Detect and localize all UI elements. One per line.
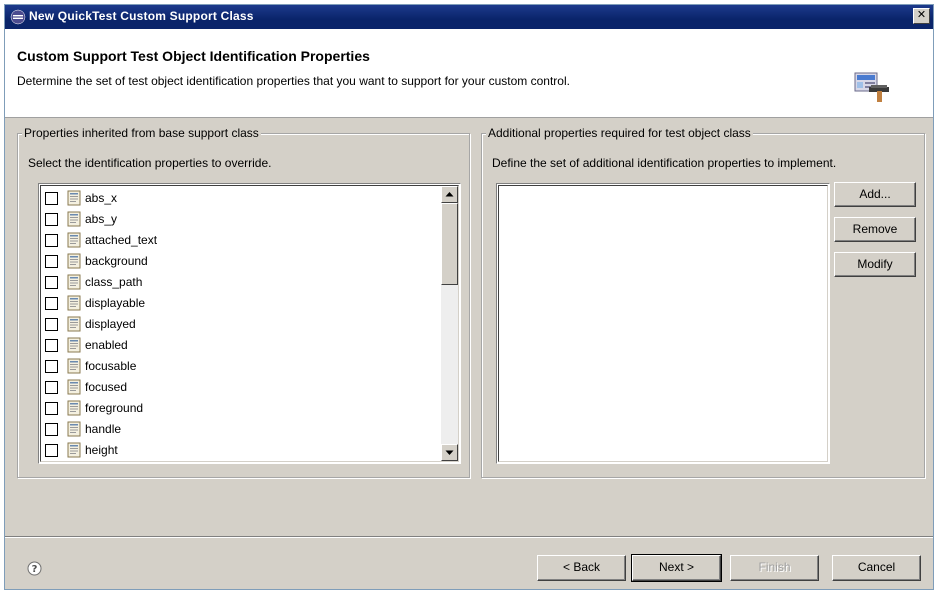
property-checkbox[interactable]	[45, 234, 58, 247]
arrow-down-icon	[445, 450, 454, 455]
page-description: Determine the set of test object identif…	[17, 74, 570, 88]
eclipse-icon	[10, 9, 26, 25]
help-icon[interactable]: ?	[27, 561, 42, 576]
property-icon	[67, 295, 81, 311]
footer-separator	[5, 536, 933, 538]
property-label: class_path	[85, 275, 143, 289]
window-title: New QuickTest Custom Support Class	[29, 9, 254, 23]
wizard-header: Custom Support Test Object Identificatio…	[5, 29, 933, 118]
property-row[interactable]: handle	[45, 419, 435, 440]
property-label: abs_y	[85, 212, 118, 226]
property-icon	[67, 232, 81, 248]
scroll-up-button[interactable]	[441, 186, 458, 203]
property-icon	[67, 316, 81, 332]
additional-properties-group: Additional properties required for test …	[481, 126, 925, 478]
property-icon	[67, 379, 81, 395]
property-label: focusable	[85, 359, 137, 373]
property-row[interactable]: background	[45, 251, 435, 272]
modify-button[interactable]: Modify	[834, 252, 916, 277]
property-row[interactable]: height	[45, 440, 435, 461]
property-label: displayed	[85, 317, 136, 331]
property-checkbox[interactable]	[45, 381, 58, 394]
add-button[interactable]: Add...	[834, 182, 916, 207]
property-label: focused	[85, 380, 128, 394]
inherited-properties-list-body: abs_x abs_y attached_text background class_p…	[40, 185, 459, 462]
property-label: displayable	[85, 296, 146, 310]
property-checkbox[interactable]	[45, 402, 58, 415]
property-icon	[67, 274, 81, 290]
inherited-properties-instruction: Select the identification properties to …	[28, 156, 272, 170]
property-row[interactable]: foreground	[45, 398, 435, 419]
property-row[interactable]: abs_y	[45, 209, 435, 230]
property-icon	[67, 421, 81, 437]
property-checkbox[interactable]	[45, 213, 58, 226]
property-label: handle	[85, 422, 122, 436]
property-label: attached_text	[85, 233, 158, 247]
back-button[interactable]: < Back	[537, 555, 626, 581]
property-checkbox[interactable]	[45, 297, 58, 310]
inherited-properties-legend: Properties inherited from base support c…	[22, 126, 261, 140]
property-row[interactable]: focused	[45, 377, 435, 398]
property-checkbox[interactable]	[45, 276, 58, 289]
property-icon	[67, 253, 81, 269]
vertical-scrollbar[interactable]	[441, 186, 458, 461]
property-checkbox[interactable]	[45, 339, 58, 352]
property-label: enabled	[85, 338, 128, 352]
arrow-up-icon	[445, 192, 454, 197]
dialog-window: New QuickTest Custom Support Class ✕ Cus…	[4, 4, 934, 590]
property-row[interactable]: attached_text	[45, 230, 435, 251]
property-row[interactable]: displayable	[45, 293, 435, 314]
cancel-button[interactable]: Cancel	[832, 555, 921, 581]
property-checkbox[interactable]	[45, 360, 58, 373]
wizard-toolbox-icon	[854, 72, 889, 102]
scroll-down-button[interactable]	[441, 444, 458, 461]
remove-button[interactable]: Remove	[834, 217, 916, 242]
property-icon	[67, 190, 81, 206]
additional-properties-instruction: Define the set of additional identificat…	[492, 156, 837, 170]
scroll-thumb[interactable]	[441, 203, 458, 285]
property-icon	[67, 400, 81, 416]
close-button[interactable]: ✕	[913, 8, 930, 24]
finish-button[interactable]: Finish	[730, 555, 819, 581]
property-icon	[67, 358, 81, 374]
property-row[interactable]: focusable	[45, 356, 435, 377]
page-title: Custom Support Test Object Identificatio…	[17, 48, 370, 64]
title-bar: New QuickTest Custom Support Class ✕	[5, 5, 933, 29]
property-row[interactable]: enabled	[45, 335, 435, 356]
property-icon	[67, 337, 81, 353]
wizard-content: Properties inherited from base support c…	[5, 118, 933, 536]
property-checkbox[interactable]	[45, 444, 58, 457]
additional-properties-list[interactable]	[496, 183, 830, 464]
property-icon	[67, 442, 81, 458]
property-icon	[67, 211, 81, 227]
inherited-properties-group: Properties inherited from base support c…	[17, 126, 470, 478]
property-label: abs_x	[85, 191, 118, 205]
property-checkbox[interactable]	[45, 423, 58, 436]
additional-properties-legend: Additional properties required for test …	[486, 126, 753, 140]
property-checkbox[interactable]	[45, 255, 58, 268]
property-checkbox[interactable]	[45, 318, 58, 331]
next-button[interactable]: Next >	[631, 554, 722, 582]
property-label: foreground	[85, 401, 144, 415]
property-label: background	[85, 254, 148, 268]
additional-properties-list-body	[498, 185, 828, 462]
svg-text:?: ?	[32, 564, 38, 575]
property-row[interactable]: abs_x	[45, 188, 435, 209]
property-row[interactable]: displayed	[45, 314, 435, 335]
inherited-properties-list[interactable]: abs_x abs_y attached_text background class_p…	[38, 183, 461, 464]
property-label: height	[85, 443, 118, 457]
property-row[interactable]: class_path	[45, 272, 435, 293]
property-checkbox[interactable]	[45, 192, 58, 205]
